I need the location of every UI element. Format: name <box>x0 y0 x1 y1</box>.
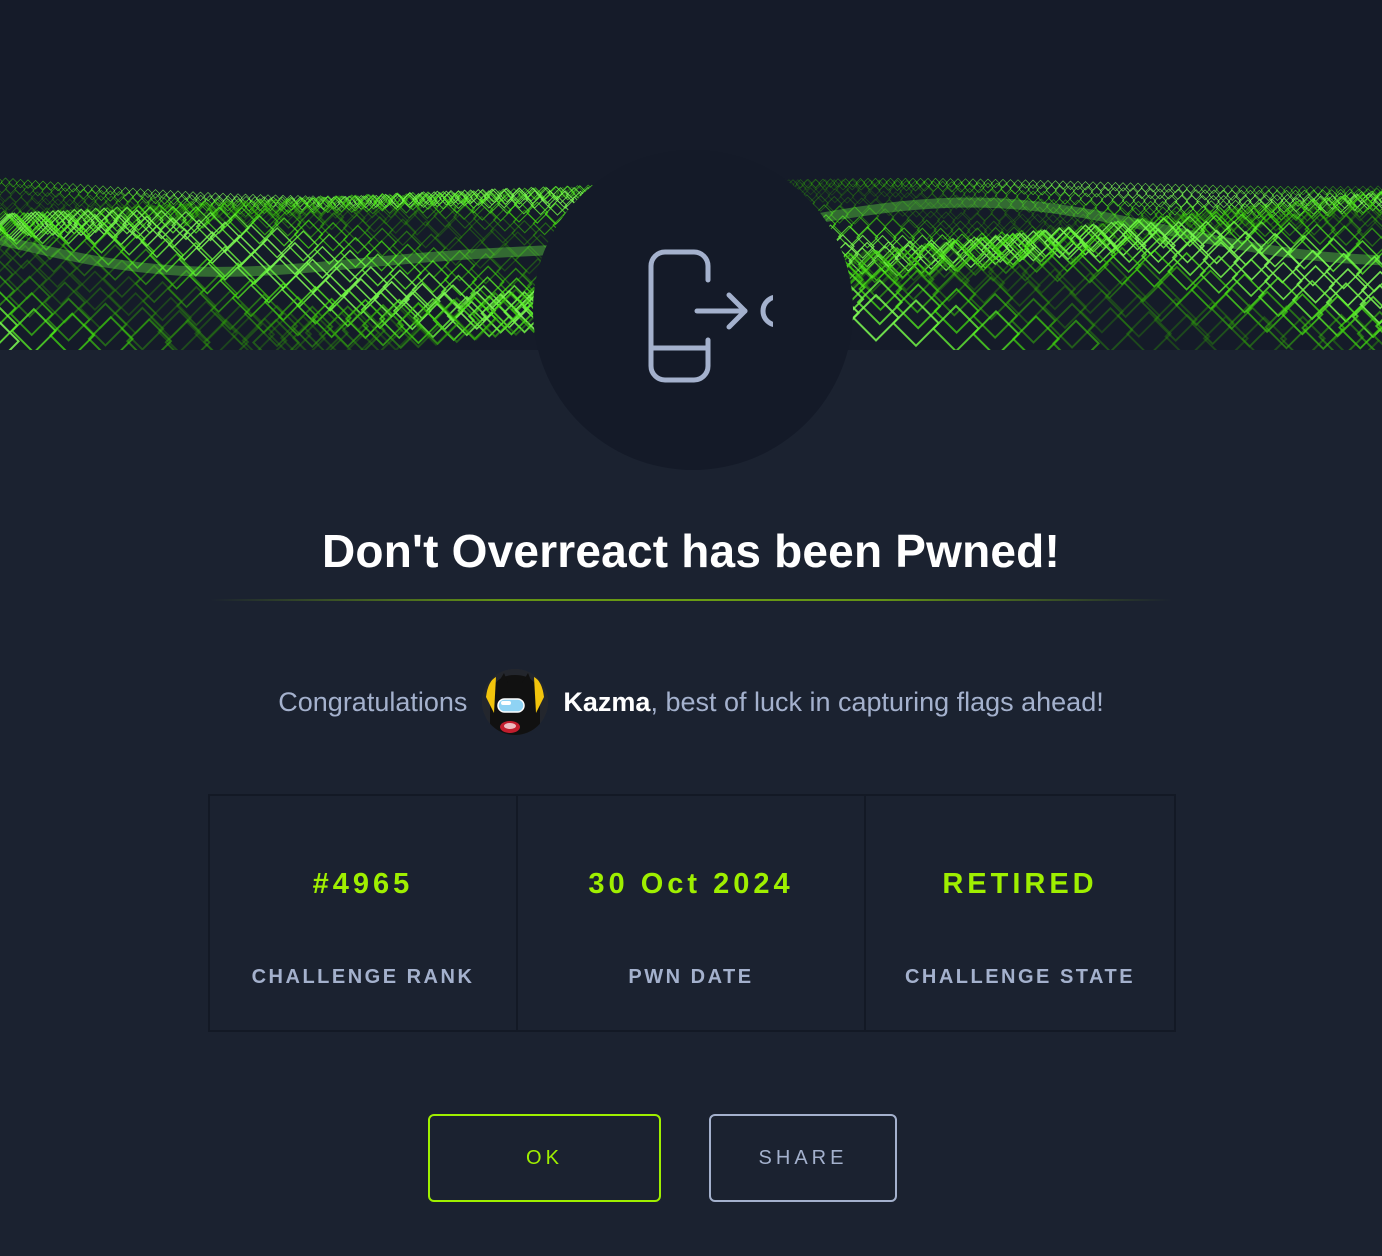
pwned-modal: Don't Overreact has been Pwned! Congratu… <box>0 0 1382 1256</box>
user-avatar <box>482 669 549 735</box>
congrats-suffix: , best of luck in capturing flags ahead! <box>650 686 1104 717</box>
stat-challenge-rank: #4965 CHALLENGE RANK <box>210 796 518 1030</box>
share-button[interactable]: SHARE <box>709 1114 897 1202</box>
stat-label: PWN DATE <box>628 966 754 988</box>
modal-title: Don't Overreact has been Pwned! <box>322 525 1060 577</box>
stat-label: CHALLENGE RANK <box>251 966 475 988</box>
congrats-prefix: Congratulations <box>278 686 468 717</box>
challenge-icon-circle <box>533 150 853 470</box>
stat-value: #4965 <box>312 868 414 900</box>
title-divider <box>210 599 1172 601</box>
stat-value: RETIRED <box>942 868 1098 900</box>
username: Kazma <box>563 686 651 717</box>
stat-pwn-date: 30 Oct 2024 PWN DATE <box>518 796 866 1030</box>
stat-value: 30 Oct 2024 <box>588 868 794 900</box>
mobile-exit-icon <box>648 249 773 383</box>
stat-label: CHALLENGE STATE <box>904 966 1136 988</box>
ok-button[interactable]: OK <box>428 1114 661 1202</box>
avatar-image <box>482 669 549 735</box>
congratulations-message: Congratulations Kazma , best of luck in … <box>0 664 1382 740</box>
stat-challenge-state: RETIRED CHALLENGE STATE <box>866 796 1174 1030</box>
stats-panel: #4965 CHALLENGE RANK 30 Oct 2024 PWN DAT… <box>208 794 1176 1032</box>
